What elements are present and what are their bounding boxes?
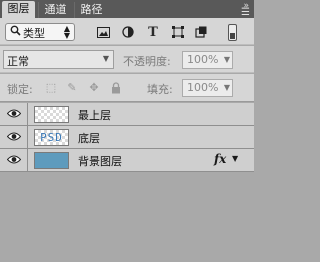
layer-list: 最上层 PSD 底层 背景图层 fx ▼ xyxy=(0,103,254,172)
filter-toggle-switch[interactable] xyxy=(228,24,237,41)
layer-thumbnail xyxy=(34,152,69,169)
type-filter-icon[interactable]: T xyxy=(146,25,160,40)
eye-icon[interactable] xyxy=(6,153,21,167)
chevron-down-icon[interactable]: ▼ xyxy=(224,52,230,68)
smart-object-filter-icon[interactable] xyxy=(194,26,208,38)
layer-row[interactable]: 背景图层 fx ▼ xyxy=(0,149,254,172)
layer-thumbnail: PSD xyxy=(34,129,69,146)
fill-input[interactable]: 100% ▼ xyxy=(182,79,233,97)
panel-menu-button[interactable]: » ☰ xyxy=(241,0,250,19)
tab-paths[interactable]: 路径 xyxy=(74,2,108,18)
fill-label: 填充: xyxy=(147,83,173,96)
blend-mode-value: 正常 xyxy=(7,55,29,68)
lock-options-bar: 锁定: ⬚ ✎ ✥ 填充: 100% ▼ xyxy=(0,74,254,102)
layer-name[interactable]: 背景图层 xyxy=(78,153,122,169)
image-filter-icon[interactable] xyxy=(96,26,110,38)
panel-tab-bar: 图层 通道 路径 » ☰ xyxy=(0,0,254,18)
expand-effects-icon[interactable]: ▼ xyxy=(232,154,238,163)
visibility-toggle[interactable] xyxy=(0,126,28,148)
lock-all-icon[interactable] xyxy=(110,82,122,94)
lock-transparent-pixels-icon[interactable]: ⬚ xyxy=(45,82,57,94)
layer-row[interactable]: 最上层 xyxy=(0,103,254,126)
eye-icon[interactable] xyxy=(6,130,21,144)
layer-list-empty-area xyxy=(0,175,254,262)
layer-name[interactable]: 最上层 xyxy=(78,107,111,123)
thumbnail-psd-text: PSD xyxy=(40,131,63,144)
tab-layers[interactable]: 图层 xyxy=(2,1,35,18)
opacity-value: 100% xyxy=(187,53,219,66)
lock-position-icon[interactable]: ✥ xyxy=(88,82,100,94)
layer-effects-icon[interactable]: fx xyxy=(214,152,226,166)
blend-options-bar: 正常 ▼ 不透明度: 100% ▼ xyxy=(0,46,254,73)
visibility-toggle[interactable] xyxy=(0,103,28,125)
layer-thumbnail xyxy=(34,106,69,123)
search-icon xyxy=(10,25,21,39)
shape-filter-icon[interactable] xyxy=(171,26,185,38)
fill-value: 100% xyxy=(187,81,219,94)
filter-kind-select[interactable]: 类型 ▲ ▼ xyxy=(5,23,75,41)
filter-kind-label: 类型 xyxy=(23,27,45,40)
layer-row[interactable]: PSD 底层 xyxy=(0,126,254,149)
lock-image-pixels-icon[interactable]: ✎ xyxy=(66,82,78,94)
lock-label: 锁定: xyxy=(7,83,33,96)
spinner-arrows-icon: ▲ ▼ xyxy=(63,24,70,40)
layer-filter-bar: 类型 ▲ ▼ T xyxy=(0,18,254,45)
opacity-input[interactable]: 100% ▼ xyxy=(182,51,233,69)
eye-icon[interactable] xyxy=(6,107,21,121)
close-icon[interactable]: » xyxy=(243,0,249,12)
chevron-down-icon[interactable]: ▼ xyxy=(224,80,230,96)
opacity-label: 不透明度: xyxy=(123,55,171,68)
chevron-down-icon: ▼ xyxy=(102,54,109,63)
adjustment-filter-icon[interactable] xyxy=(121,26,135,38)
tab-channels[interactable]: 通道 xyxy=(38,2,72,18)
layer-name[interactable]: 底层 xyxy=(78,130,100,146)
blend-mode-select[interactable]: 正常 ▼ xyxy=(3,50,114,69)
visibility-toggle[interactable] xyxy=(0,149,28,171)
